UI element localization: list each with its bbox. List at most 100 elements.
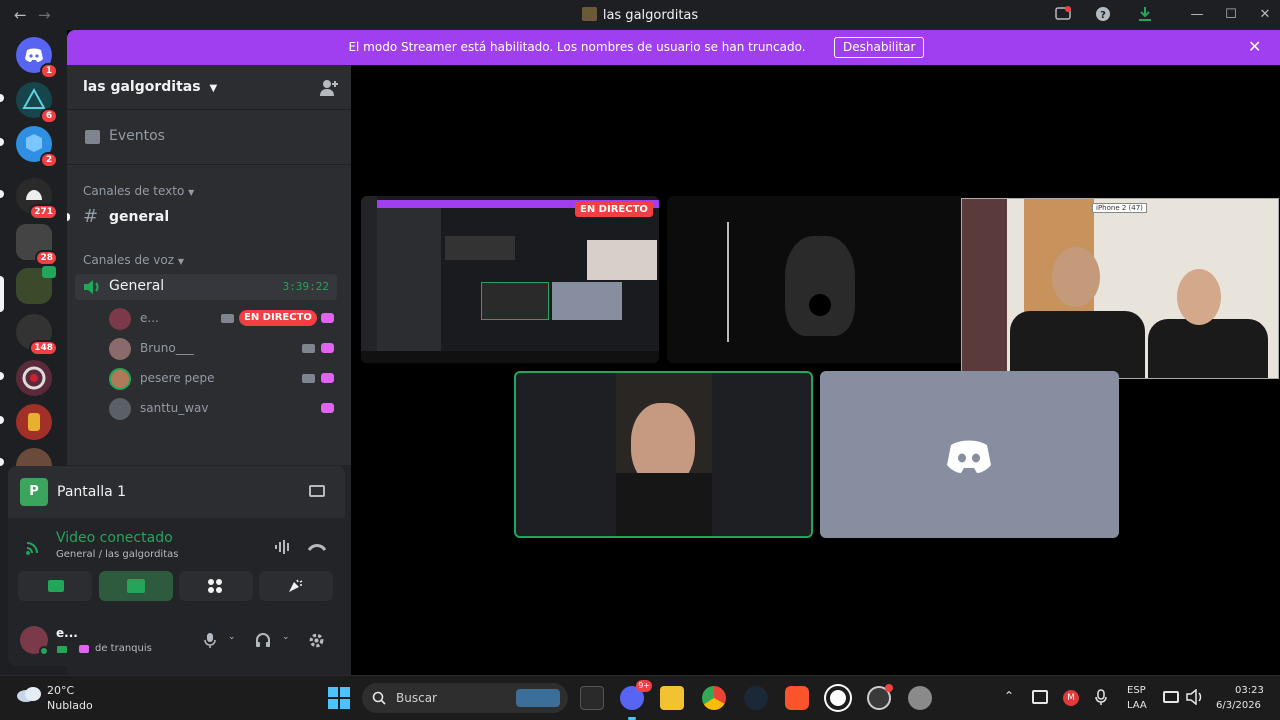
tray-microphone-icon[interactable] [1095,689,1107,705]
epic-games-icon[interactable] [580,686,604,710]
search-box[interactable]: Buscar [362,683,568,713]
selected-pill [0,276,4,312]
obs-icon[interactable] [826,686,850,710]
download-icon[interactable] [1136,6,1154,24]
discord-taskbar-icon[interactable]: 9+ [620,680,652,710]
connection-status[interactable]: Video conectado [56,530,173,546]
voice-channel-general[interactable]: General 3:39:22 [75,274,337,300]
camera-scene [616,473,712,536]
voice-user[interactable]: santtu_wav [107,397,337,421]
avatar-tile[interactable] [820,371,1119,538]
notification-dot-icon [885,684,893,692]
activity-icon [321,343,334,353]
signal-icon[interactable] [25,539,41,555]
camera-scene [962,199,1007,378]
language-bottom[interactable]: LAA [1127,700,1147,711]
phone-label: iPhone 2 (47) [1092,203,1147,213]
file-explorer-icon[interactable] [660,686,684,710]
activities-button[interactable] [179,571,253,601]
server-icon[interactable]: 28 [16,224,58,266]
volume-icon[interactable] [1186,689,1204,705]
server-icon[interactable] [16,360,52,396]
search-highlight-icon [516,689,560,707]
server-name-header[interactable]: las galgorditas ▼ [83,79,217,95]
live-badge: EN DIRECTO [575,202,653,217]
activity-icon [321,373,334,383]
camera-tile-phone[interactable]: iPhone 2 (47) [961,198,1279,379]
steam-icon[interactable] [744,686,768,710]
server-icon[interactable]: 2 [16,126,58,168]
chevron-down-icon[interactable]: ⌄ [282,632,290,642]
camera-button[interactable] [18,571,92,601]
text-category[interactable]: Canales de texto ▼ [83,184,194,198]
settings-app-icon[interactable] [908,686,932,710]
weather-temp[interactable]: 20°C [47,684,74,697]
tray-mega-icon[interactable]: M [1063,690,1079,706]
stop-stream-icon[interactable] [309,485,325,497]
tray-app-icon[interactable] [1032,690,1048,704]
chrome-icon[interactable] [702,686,726,710]
network-icon[interactable] [1163,691,1179,703]
unread-pill [0,138,4,146]
shared-taskbar [361,351,659,363]
server-badge: 271 [29,204,58,220]
camera-icon [48,580,64,592]
title-bar: ← → las galgorditas ? — ☐ ✕ [0,0,1280,30]
camera-scene [1148,319,1268,378]
close-window-button[interactable]: ✕ [1256,6,1274,24]
disable-streamer-button[interactable]: Deshabilitar [834,37,925,58]
windows-start-icon[interactable] [328,687,350,709]
headphones-icon[interactable] [255,632,271,648]
camera-scene [1052,247,1100,307]
noise-suppression-icon[interactable] [274,539,292,555]
voice-user[interactable]: Bruno___ [107,337,337,361]
voice-user[interactable]: pesere pepe [107,367,337,391]
gear-icon[interactable] [308,632,325,649]
screen-share-card[interactable]: P Pantalla 1 [8,466,345,518]
voice-user[interactable]: e... EN DIRECTO [107,307,337,331]
video-stage: EN DIRECTO iPhone 2 (47) [351,65,1280,675]
maximize-button[interactable]: ☐ [1222,6,1240,24]
screen-share-tile[interactable]: EN DIRECTO [361,196,659,363]
microphone-icon[interactable] [204,632,216,648]
banner-text: El modo Streamer está habilitado. Los no… [348,40,806,54]
activity-status-icon [79,645,89,653]
soundboard-button[interactable] [259,571,333,601]
brave-icon[interactable] [785,686,809,710]
activity-icon [321,313,334,323]
invite-people-icon[interactable] [319,79,339,97]
channel-general-text[interactable]: # general [75,205,337,231]
events-item[interactable]: Eventos [75,124,337,152]
minimize-button[interactable]: — [1188,6,1206,24]
screen-share-button[interactable] [99,571,173,601]
active-server-icon[interactable] [16,266,56,304]
server-icon[interactable]: 271 [16,178,58,220]
app-icon[interactable] [867,684,893,710]
server-icon[interactable]: 6 [16,82,58,124]
unread-pill [0,458,4,466]
help-icon[interactable]: ? [1094,6,1112,24]
disconnect-icon[interactable] [307,540,327,554]
clock-date[interactable]: 6/3/2026 [1216,700,1261,711]
server-icon[interactable] [16,404,52,440]
weather-desc[interactable]: Nublado [47,699,93,712]
svg-text:?: ? [1100,10,1106,21]
language-top[interactable]: ESP [1127,685,1146,696]
chevron-down-icon[interactable]: ⌄ [228,632,236,642]
username[interactable]: e... [56,626,78,640]
shared-camera-tile [587,240,657,280]
tray-chevron-up-icon[interactable]: ⌃ [1004,689,1014,703]
camera-tile-speaking[interactable] [514,371,813,538]
server-icon[interactable]: 148 [16,314,58,356]
voice-category[interactable]: Canales de voz ▼ [83,253,184,267]
streamer-mode-banner: El modo Streamer está habilitado. Los no… [67,30,1280,65]
window-title: las galgorditas [0,7,1280,23]
banner-close-icon[interactable]: ✕ [1248,37,1261,56]
camera-tile[interactable] [667,196,965,363]
windows-taskbar: 20°C Nublado Buscar 9+ ⌃ M ESP LAA 03:23… [0,675,1280,720]
camera-scene [785,236,855,336]
server-badge: 6 [40,108,58,124]
connection-location: General / las galgorditas [56,549,179,560]
clock-time[interactable]: 03:23 [1235,685,1264,696]
inbox-icon[interactable] [1054,6,1072,24]
